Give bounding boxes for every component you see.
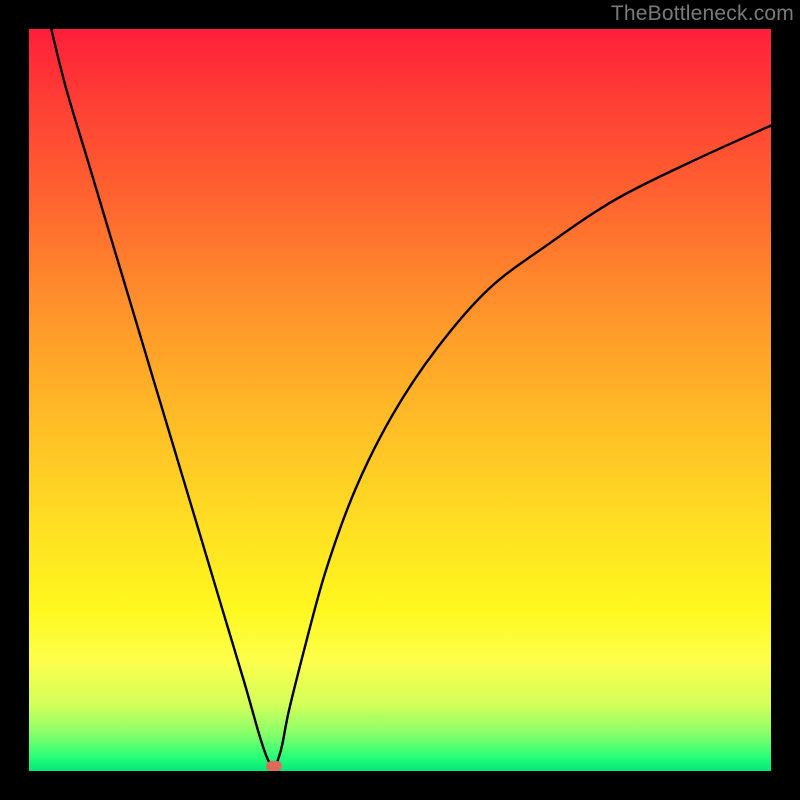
bottleneck-curve: [29, 29, 771, 771]
plot-area: [29, 29, 771, 771]
curve-left-branch: [51, 29, 274, 771]
chart-frame: TheBottleneck.com: [0, 0, 800, 800]
curve-right-branch: [274, 126, 771, 772]
watermark-text: TheBottleneck.com: [611, 2, 794, 26]
minimum-marker: [266, 761, 282, 771]
